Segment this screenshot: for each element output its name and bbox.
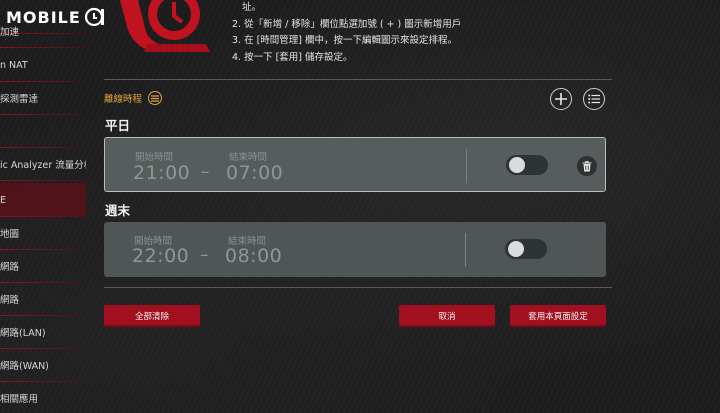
sidebar-item-label: 探測雷達 bbox=[0, 94, 39, 105]
sidebar-item-label: n NAT bbox=[0, 59, 28, 71]
plus-icon bbox=[555, 93, 567, 105]
weekday-section-title: 平日 bbox=[105, 118, 131, 133]
sidebar-item-blank[interactable] bbox=[0, 114, 86, 148]
instruction-line: 4. 按一下 [套用] 儲存設定。 bbox=[232, 51, 353, 63]
card-divider bbox=[466, 149, 467, 183]
sidebar-item-active[interactable]: E bbox=[0, 183, 86, 217]
sidebar-item-label: 地圖 bbox=[0, 229, 20, 240]
toggle-knob bbox=[508, 241, 524, 257]
trash-icon bbox=[582, 160, 592, 171]
instruction-line: 址。 bbox=[242, 2, 262, 13]
time-separator: – bbox=[200, 245, 209, 265]
sidebar-item-network-1[interactable]: 網路 bbox=[0, 249, 86, 283]
logo-mark-icon bbox=[84, 7, 104, 27]
sidebar-item-label: 網路 bbox=[0, 295, 20, 306]
sidebar-item-network-2[interactable]: 網路 bbox=[0, 282, 86, 316]
sidebar-item-nat[interactable]: n NAT bbox=[0, 48, 86, 82]
toggle-knob bbox=[509, 157, 525, 173]
instruction-line: 2. 從「新增 / 移除」欄位點選加號 ( + ) 圖示新增用戶 bbox=[232, 18, 462, 30]
list-settings-icon[interactable] bbox=[148, 91, 163, 105]
time-scheduling-banner-icon bbox=[120, 0, 210, 52]
divider bbox=[104, 79, 612, 80]
weekday-enable-toggle[interactable] bbox=[506, 155, 548, 175]
sidebar-item-label: E bbox=[0, 194, 7, 206]
sidebar-item-label: 網路(WAN) bbox=[0, 361, 49, 372]
sidebar-item-label: 網路 bbox=[0, 262, 20, 273]
offline-schedule-header: 離線時程 bbox=[104, 91, 163, 105]
list-icon bbox=[588, 94, 600, 104]
sidebar-item-traffic-analyzer[interactable]: ic Analyzer 流量分析 bbox=[0, 147, 86, 181]
sidebar-item-lan[interactable]: 網路(LAN) bbox=[0, 315, 86, 349]
start-time-label: 開始時間 bbox=[135, 152, 174, 163]
weekday-schedule-card[interactable]: 開始時間 結束時間 21:00 – 07:00 bbox=[104, 137, 606, 192]
offline-schedule-title: 離線時程 bbox=[104, 94, 143, 105]
add-schedule-button[interactable] bbox=[550, 88, 572, 110]
delete-schedule-button[interactable] bbox=[577, 156, 597, 176]
end-time-label: 結束時間 bbox=[229, 152, 268, 163]
apply-settings-button[interactable]: 套用本頁面設定 bbox=[510, 305, 606, 327]
mobile01-logo: MOBILE bbox=[6, 4, 106, 30]
sidebar-item-radar[interactable]: 探測雷達 bbox=[0, 81, 86, 115]
sidebar-item-label: 網路(LAN) bbox=[0, 328, 46, 339]
time-separator: – bbox=[201, 162, 210, 182]
sidebar-item-related-apps[interactable]: 相關應用 bbox=[0, 381, 86, 413]
weekend-section-title: 週末 bbox=[105, 203, 131, 218]
divider bbox=[104, 287, 612, 288]
weekend-enable-toggle[interactable] bbox=[505, 239, 547, 259]
start-time-value[interactable]: 21:00 bbox=[133, 162, 190, 184]
instructions: 址。 2. 從「新增 / 移除」欄位點選加號 ( + ) 圖示新增用戶 3. 在… bbox=[232, 0, 461, 66]
sidebar: 加速 n NAT 探測雷達 ic Analyzer 流量分析 E 地圖 網路 網… bbox=[0, 0, 86, 413]
start-time-value[interactable]: 22:00 bbox=[132, 245, 189, 267]
card-divider bbox=[465, 233, 466, 267]
sidebar-item-label: 相關應用 bbox=[0, 394, 39, 405]
end-time-value[interactable]: 08:00 bbox=[225, 245, 282, 267]
schedule-list-button[interactable] bbox=[583, 88, 605, 110]
clear-all-button[interactable]: 全部清除 bbox=[104, 305, 200, 327]
end-time-value[interactable]: 07:00 bbox=[226, 162, 283, 184]
sidebar-item-wan[interactable]: 網路(WAN) bbox=[0, 348, 86, 382]
logo-text: MOBILE bbox=[6, 7, 81, 27]
weekend-schedule-card[interactable]: 開始時間 結束時間 22:00 – 08:00 bbox=[104, 222, 606, 277]
cancel-button[interactable]: 取消 bbox=[399, 305, 495, 327]
sidebar-item-map[interactable]: 地圖 bbox=[0, 216, 86, 250]
sidebar-item-label: ic Analyzer 流量分析 bbox=[0, 160, 86, 171]
instruction-line: 3. 在 [時間管理] 欄中，按一下編輯圖示來設定排程。 bbox=[232, 35, 458, 46]
